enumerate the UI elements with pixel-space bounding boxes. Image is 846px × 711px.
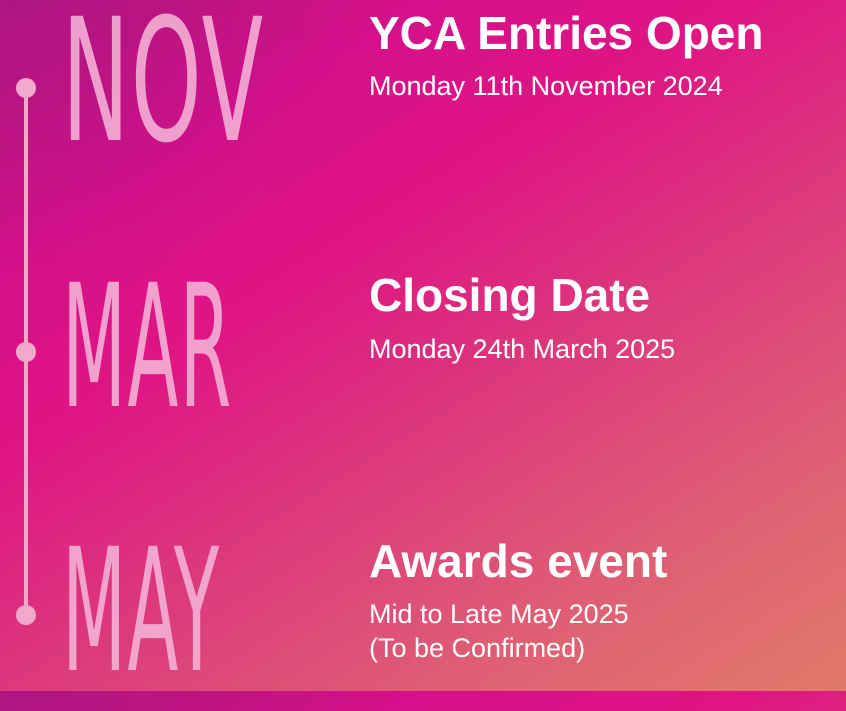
month-label-nov: NOV: [62, 0, 265, 182]
event-date-awards-event: Mid to Late May 2025: [369, 599, 629, 629]
timeline-dot-mar: [16, 342, 36, 362]
month-label-may: MAY: [62, 513, 221, 711]
event-title-entries-open: YCA Entries Open: [369, 7, 764, 59]
event-title-awards-event: Awards event: [369, 535, 668, 587]
event-date-closing-date: Monday 24th March 2025: [369, 334, 676, 364]
month-label-mar: MAR: [62, 249, 233, 448]
timeline-dot-nov: [16, 78, 36, 98]
event-note-awards-event: (To be Confirmed): [369, 633, 586, 663]
event-title-closing-date: Closing Date: [369, 269, 651, 321]
timeline-dot-may: [16, 605, 36, 625]
event-date-entries-open: Monday 11th November 2024: [369, 71, 723, 101]
